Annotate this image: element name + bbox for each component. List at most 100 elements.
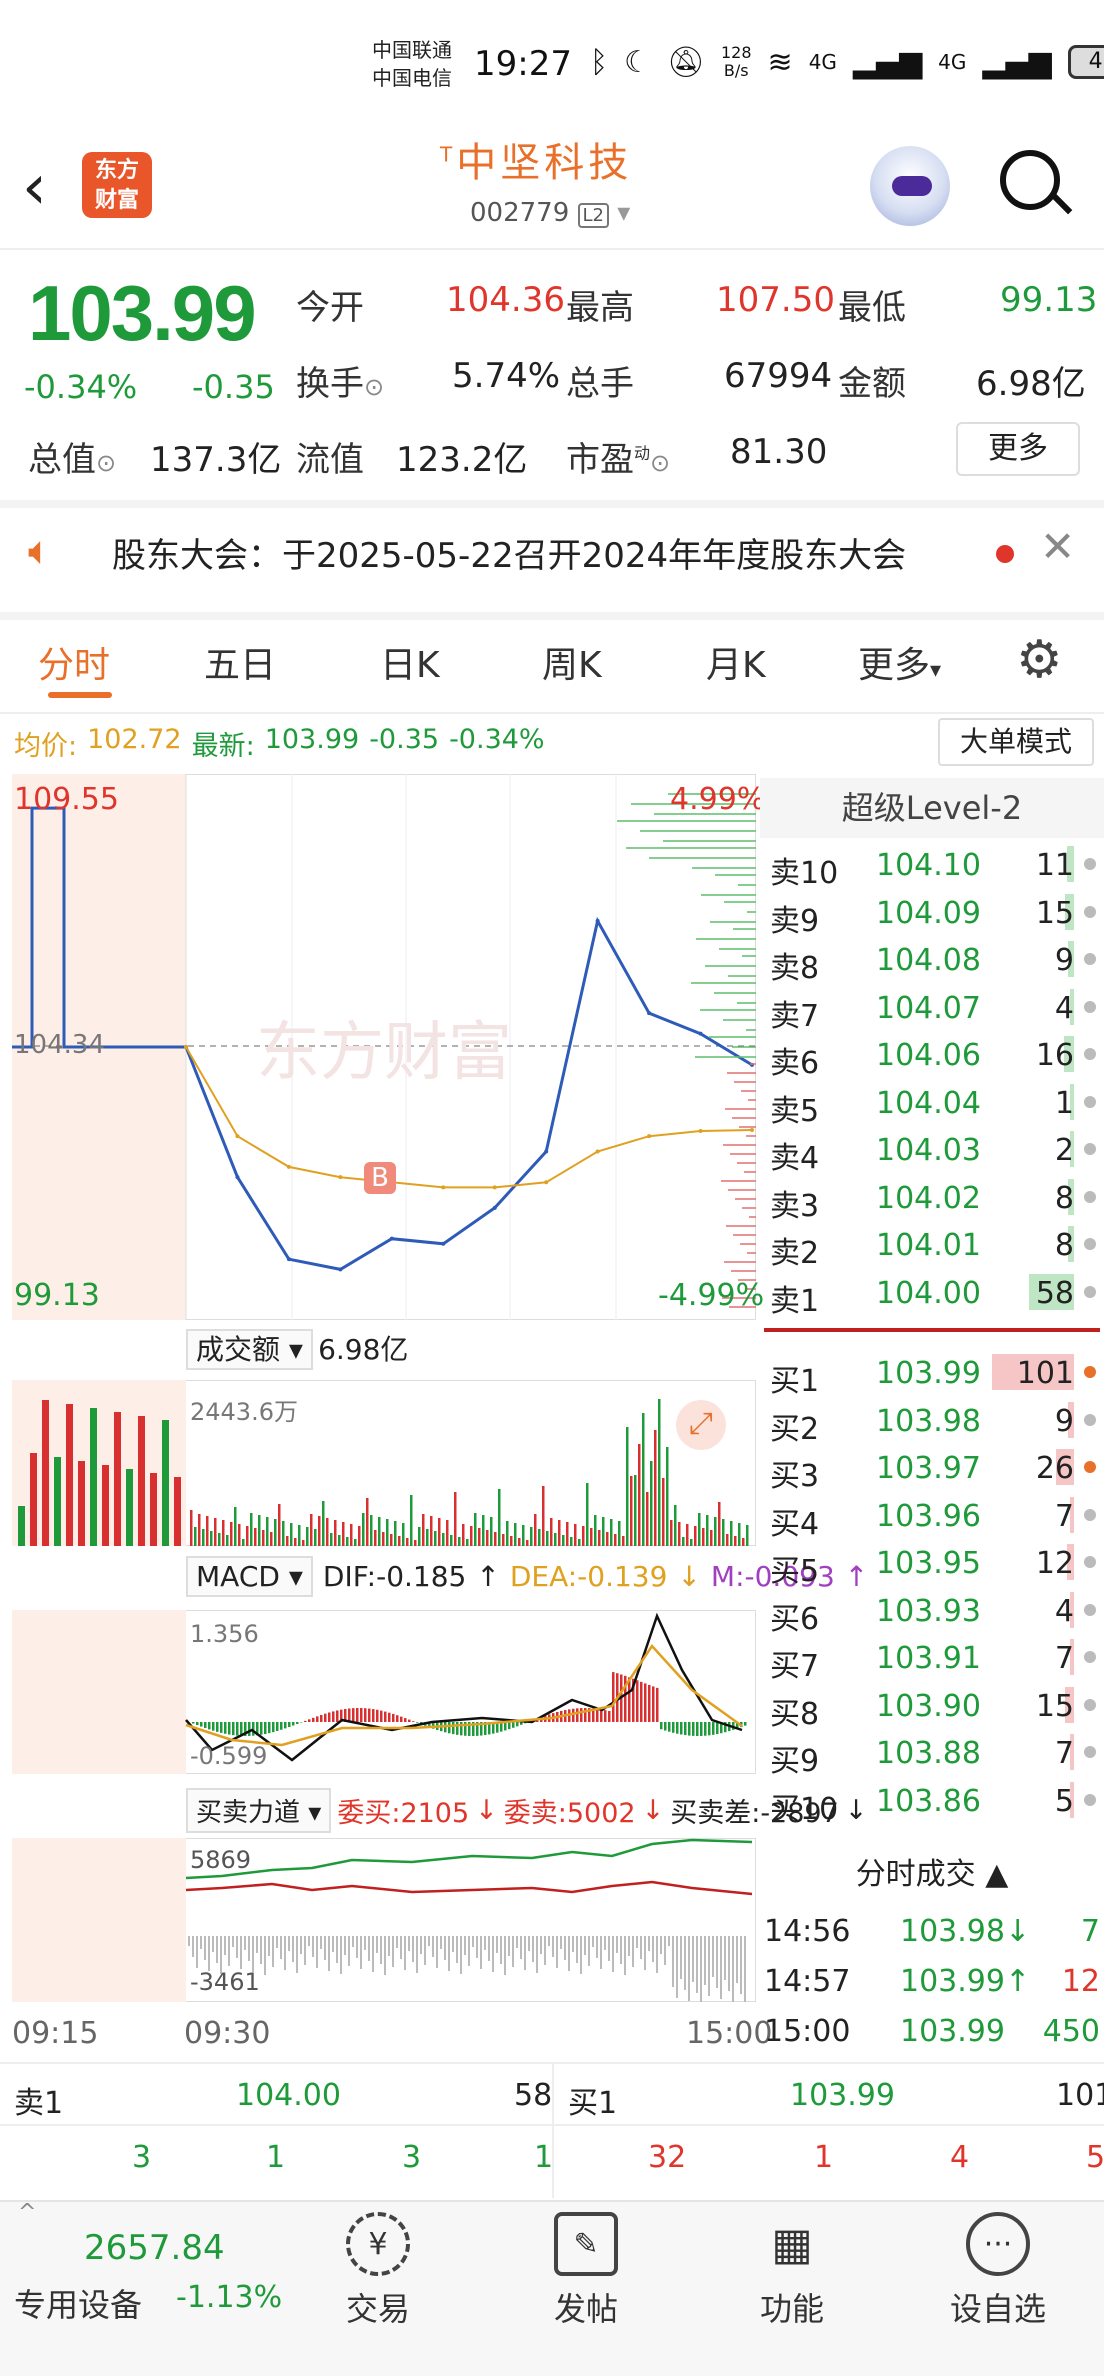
volume-bar [494, 1532, 497, 1546]
nav-watchlist[interactable]: ··· 设自选 [928, 2212, 1068, 2330]
volume-bar [550, 1518, 553, 1546]
buy-row[interactable]: 买5 103.95 12 [760, 1538, 1104, 1589]
force-bar [700, 1936, 702, 2002]
buy-row[interactable]: 买8 103.90 15 [760, 1681, 1104, 1732]
tab-more[interactable]: 更多▾ [858, 636, 941, 688]
buy-row[interactable]: 买7 103.91 7 [760, 1633, 1104, 1684]
buy-marker[interactable]: B [364, 1162, 396, 1194]
tab-intraday[interactable]: 分时 [38, 636, 110, 688]
index-name[interactable]: 专用设备 [14, 2280, 142, 2326]
macd-bar [356, 1708, 359, 1722]
level-qty: 26 [1035, 1451, 1074, 1486]
sell-row[interactable]: 卖5 104.04 1 [760, 1078, 1104, 1129]
volume-dropdown[interactable]: 成交额 ▾ [186, 1329, 313, 1370]
notice-text[interactable]: 股东大会：于2025-05-22召开2024年年度股东大会 [112, 528, 906, 577]
caret-down-icon: ▾ [930, 658, 942, 683]
buy-row[interactable]: 买3 103.97 26 [760, 1443, 1104, 1494]
level-price: 103.95 [876, 1546, 981, 1581]
level-price: 103.93 [876, 1593, 981, 1629]
macd-dropdown[interactable]: MACD ▾ [186, 1556, 313, 1597]
volume-bar [78, 1461, 85, 1546]
volume-bar [658, 1399, 661, 1546]
volume-bar [430, 1516, 433, 1546]
force-bar [384, 1936, 386, 1975]
app-logo[interactable]: 东方 财富 [82, 152, 152, 218]
net-speed-value: 128 [721, 43, 752, 62]
force-bar [616, 1936, 618, 1953]
sell-row[interactable]: 卖3 104.02 8 [760, 1173, 1104, 1224]
force-bar [364, 1936, 366, 1950]
info-icon[interactable]: ⊙ [96, 449, 116, 477]
macd-dea: DEA:-0.139 [509, 1560, 668, 1593]
nav-functions[interactable]: ▦ 功能 [722, 2212, 862, 2330]
sell-row[interactable]: 卖2 104.01 8 [760, 1220, 1104, 1271]
force-bar [204, 1936, 206, 1960]
buy-row[interactable]: 买6 103.93 4 [760, 1586, 1104, 1637]
time-open: 09:30 [184, 2016, 271, 2051]
expand-icon[interactable]: ⤢ [676, 1400, 726, 1450]
back-icon[interactable]: ‹ [22, 150, 47, 223]
price-chart[interactable]: 东方财富 [12, 774, 756, 1320]
volume-bar [342, 1522, 345, 1546]
more-button[interactable]: 更多 [956, 422, 1080, 476]
macd-bar [448, 1722, 451, 1734]
macd-chart [12, 1610, 756, 1774]
big-order-mode-button[interactable]: 大单模式 [938, 718, 1094, 766]
buy-row[interactable]: 买1 103.99 101 [760, 1348, 1104, 1399]
stock-name[interactable]: T中坚科技 [440, 130, 632, 188]
nav-post-label: 发帖 [553, 2290, 618, 2328]
volume-bar [710, 1530, 713, 1546]
sell-row[interactable]: 卖10 104.10 11 [760, 840, 1104, 891]
sell-row[interactable]: 卖9 104.09 15 [760, 888, 1104, 939]
volume-bar [630, 1476, 633, 1546]
level-price: 103.86 [876, 1783, 981, 1819]
volume-bar [686, 1524, 689, 1546]
index-value[interactable]: 2657.84 [84, 2228, 225, 2268]
signal-4g-1: 4G [808, 50, 837, 74]
sell-row[interactable]: 卖7 104.07 4 [760, 983, 1104, 1034]
status-dot [1084, 1238, 1096, 1250]
force-bar [588, 1936, 590, 1966]
macd-dif: DIF:-0.185 [322, 1560, 467, 1593]
price-line-point [492, 1205, 497, 1210]
tab-weekly-k[interactable]: 周K [542, 636, 602, 688]
force-bar [244, 1936, 246, 1950]
tab-daily-k[interactable]: 日K [380, 636, 440, 688]
force-bar [372, 1936, 374, 1972]
sell-row[interactable]: 卖8 104.08 9 [760, 935, 1104, 986]
volume-bar [706, 1515, 709, 1546]
stock-code-row[interactable]: 002779 L2 ▾ [470, 198, 630, 228]
orderbook-title[interactable]: 超级Level-2 [760, 778, 1104, 838]
sell-row[interactable]: 卖6 104.06 16 [760, 1030, 1104, 1081]
force-bar [236, 1936, 238, 1958]
buy-row[interactable]: 买4 103.96 7 [760, 1491, 1104, 1542]
buy-row[interactable]: 买2 103.98 9 [760, 1396, 1104, 1447]
macd-min: -0.599 [190, 1742, 268, 1770]
trades-title[interactable]: 分时成交 ▲ [760, 1850, 1104, 1900]
buy-row[interactable]: 买10 103.86 5 [760, 1776, 1104, 1827]
nav-post[interactable]: ✎ 发帖 [516, 2212, 656, 2330]
macd-bar [660, 1722, 663, 1730]
force-bar [448, 1936, 450, 1971]
volume-bar [262, 1530, 265, 1546]
chart-watermark: 东方财富 [256, 1016, 512, 1090]
volume-bar [466, 1539, 469, 1546]
nav-trade[interactable]: ¥ 交易 [308, 2212, 448, 2330]
info-icon[interactable]: ⊙ [650, 449, 670, 477]
buy-row[interactable]: 买9 103.88 7 [760, 1728, 1104, 1779]
mktcap-value: 137.3亿 [150, 440, 282, 480]
sell-order-count: 1 [266, 2140, 286, 2175]
gear-icon[interactable]: ⚙ [1016, 630, 1063, 690]
force-bar [260, 1936, 262, 1964]
tab-monthly-k[interactable]: 月K [706, 636, 766, 688]
carrier-2: 中国电信 [372, 66, 452, 90]
tab-five-day[interactable]: 五日 [204, 636, 276, 688]
search-icon[interactable] [1000, 150, 1060, 210]
sell-row[interactable]: 卖1 104.00 58 [760, 1268, 1104, 1319]
info-icon[interactable]: ⊙ [364, 373, 384, 401]
close-icon[interactable]: ✕ [1040, 522, 1075, 571]
force-dropdown[interactable]: 买卖力道 ▾ [186, 1788, 332, 1833]
sell-row[interactable]: 卖4 104.03 2 [760, 1125, 1104, 1176]
price-line-point [338, 1267, 343, 1272]
volume-bar [30, 1453, 37, 1546]
